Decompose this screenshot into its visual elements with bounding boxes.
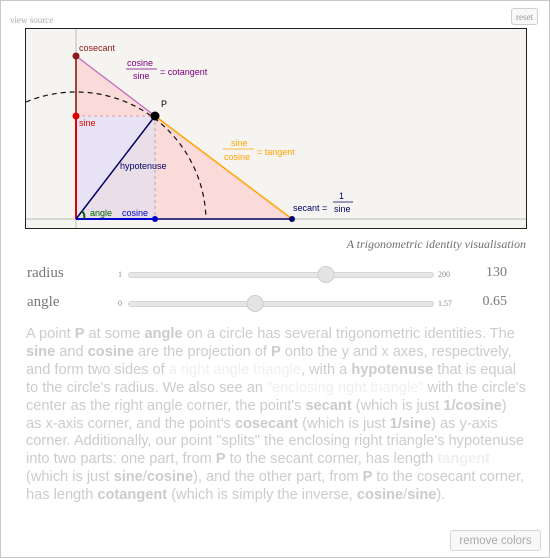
desc-text: at some — [84, 326, 145, 342]
desc-cotangent-term: cotangent — [97, 487, 168, 504]
point-p[interactable] — [150, 111, 160, 121]
desc-hypotenuse-term: hypotenuse — [351, 361, 434, 378]
radius-label: radius — [27, 265, 64, 281]
desc-text: , with a — [301, 361, 352, 378]
desc-text: and — [55, 343, 88, 360]
angle-slider-track[interactable] — [128, 295, 434, 312]
radius-slider-track[interactable] — [128, 266, 434, 283]
radius-min: 1 — [118, 270, 122, 279]
radius-value: 130 — [486, 265, 507, 280]
desc-cosecant-term: cosecant — [234, 415, 299, 432]
desc-tangent-term: tangent — [437, 451, 490, 468]
secant-denominator: sine — [334, 204, 351, 214]
cosine-point — [152, 216, 158, 222]
angle-label: angle — [27, 294, 60, 310]
view-source-link[interactable]: view source — [10, 15, 53, 25]
secant-numerator: 1 — [339, 191, 344, 201]
desc-sine-term: sine — [407, 487, 437, 504]
angle-slider-row: angle 0 1.57 0.65 — [25, 294, 527, 314]
secant-label: secant = — [293, 203, 327, 213]
trig-visualization: cosecant cosine sine = cotangent P sine … — [25, 28, 527, 229]
desc-sine-term: sine — [26, 343, 56, 360]
cotangent-equals: = cotangent — [160, 67, 208, 77]
cotangent-numerator: cosine — [127, 58, 153, 68]
radius-max: 200 — [438, 270, 450, 279]
radius-slider-thumb[interactable] — [317, 266, 335, 283]
point-p-label: P — [161, 99, 167, 109]
desc-one-cosine-term: 1/cosine — [443, 397, 502, 414]
desc-angle-term: angle — [144, 326, 183, 342]
desc-text: on a circle has several trigonometric id… — [182, 326, 515, 342]
desc-text: (which is just — [26, 469, 114, 486]
desc-right-triangle-term: a right angle triangle — [168, 361, 302, 378]
angle-max: 1.57 — [438, 299, 452, 308]
trig-diagram: cosecant cosine sine = cotangent P sine … — [26, 29, 526, 228]
description-paragraph: A point P at some angle on a circle has … — [26, 326, 526, 505]
angle-min: 0 — [118, 299, 122, 308]
angle-slider-thumb[interactable] — [246, 295, 264, 312]
radius-slider-row: radius 1 200 130 — [25, 265, 527, 285]
reset-button[interactable]: reset — [511, 8, 538, 25]
desc-enclosing-term: "enclosing right triangle" — [267, 379, 424, 396]
desc-text: A point — [26, 326, 75, 342]
desc-cosine-term: cosine — [87, 343, 134, 360]
desc-cosine-term: cosine — [356, 487, 404, 504]
widget-frame: view source reset cosecant cosine sine =… — [0, 0, 550, 558]
tangent-denominator: cosine — [224, 152, 250, 162]
sine-label: sine — [79, 118, 96, 128]
desc-text: to the secant corner, has length — [225, 451, 438, 468]
desc-text: (which is just — [351, 397, 444, 414]
desc-text: are the projection of — [133, 343, 272, 360]
figure-caption: A trigonometric identity visualisation — [346, 237, 526, 251]
cosecant-label: cosecant — [79, 43, 116, 53]
cosecant-point — [72, 52, 80, 60]
secant-point — [289, 216, 295, 222]
desc-text: (which is simply the inverse, — [167, 487, 357, 504]
desc-one-sine-term: 1/sine — [389, 415, 432, 432]
remove-colors-button[interactable]: remove colors — [450, 530, 541, 551]
cosine-label: cosine — [122, 208, 148, 218]
hypotenuse-label: hypotenuse — [120, 161, 167, 171]
desc-cosine-term: cosine — [146, 469, 194, 486]
tangent-numerator: sine — [231, 138, 248, 148]
desc-p-term: P — [362, 469, 373, 486]
angle-label: angle — [90, 208, 112, 218]
desc-p-term: P — [271, 343, 281, 360]
desc-p-term: P — [74, 326, 85, 342]
desc-sine-term: sine — [113, 469, 143, 486]
desc-text: ), and the other part, from — [193, 469, 363, 486]
desc-text: (which is just — [298, 415, 390, 432]
desc-text: ). — [436, 487, 446, 504]
angle-value: 0.65 — [482, 294, 508, 309]
cotangent-denominator: sine — [133, 71, 150, 81]
desc-secant-term: secant — [305, 397, 352, 414]
tangent-equals: = tangent — [257, 147, 295, 157]
desc-p-term: P — [215, 451, 226, 468]
